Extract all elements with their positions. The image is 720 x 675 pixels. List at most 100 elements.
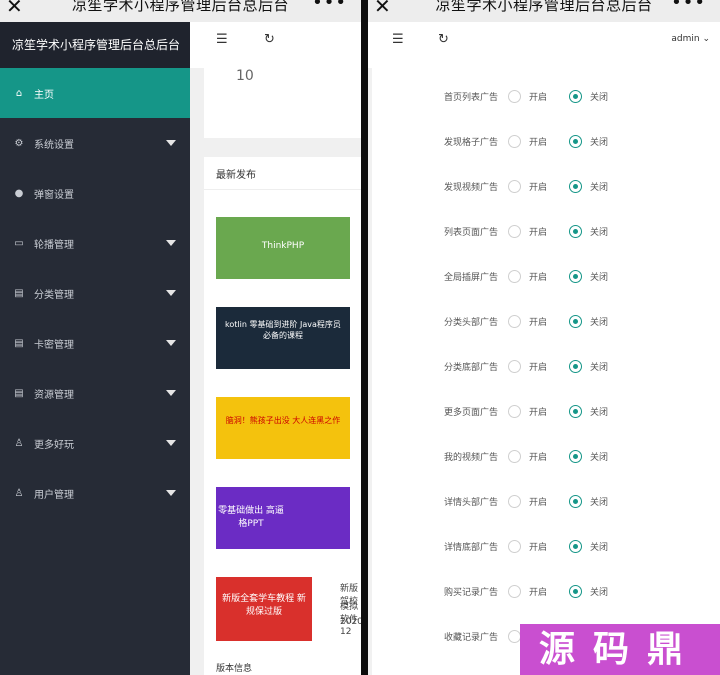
setting-row: 购买记录广告 开启 关闭 xyxy=(372,576,720,606)
sidebar-item-6[interactable]: ▤ 资源管理 xyxy=(0,368,190,418)
sidebar-item-8[interactable]: ♙ 用户管理 xyxy=(0,468,190,518)
radio-open[interactable]: 开启 xyxy=(508,404,547,418)
setting-label: 分类头部广告 xyxy=(443,317,498,328)
radio-close[interactable]: 关闭 xyxy=(569,224,609,238)
refresh-icon[interactable]: ↻ xyxy=(264,32,275,47)
setting-row: 分类底部广告 开启 关闭 xyxy=(372,351,720,381)
sidebar-item-0[interactable]: ⌂ 主页 xyxy=(0,68,190,118)
radio-close[interactable]: 关闭 xyxy=(569,404,608,418)
radio-close-label: 关闭 xyxy=(590,92,609,103)
radio-open-label: 开启 xyxy=(529,317,548,328)
sidebar-item-2[interactable]: ● 弹窗设置 xyxy=(0,168,190,218)
news-thumb-5[interactable]: 新版全套学车教程 新规保过版 xyxy=(216,577,312,641)
news-card: 最新发布 ThinkPHP kotlin 零基础到进阶 Java程序员必备的课程… xyxy=(204,157,361,663)
left-phone-screen: ✕ 凉笙学术小程序管理后台总后台 ••• 凉笙学术小程序管理后台总后台 ⌂ 主页 ⚙… xyxy=(0,0,361,675)
refresh-icon[interactable]: ↻ xyxy=(438,32,449,47)
sidebar-item-7[interactable]: ♙ 更多好玩 xyxy=(0,418,190,468)
radio-open[interactable]: 开启 xyxy=(508,314,548,328)
right-toolbar: ☰ ↻ admin ⌄ xyxy=(368,22,720,68)
radio-close-label: 关闭 xyxy=(590,317,609,328)
sidebar-item-label: 卡密管理 xyxy=(34,339,74,351)
gear-icon: ⚙ xyxy=(14,137,24,149)
sidebar-item-3[interactable]: ▭ 轮播管理 xyxy=(0,218,190,268)
right-title-bar: ✕ 凉笙学术小程序管理后台总后台 ••• xyxy=(368,0,720,22)
news-thumb-1[interactable]: ThinkPHP xyxy=(216,217,350,279)
sidebar-item-label: 系统设置 xyxy=(34,139,74,151)
radio-close[interactable]: 关闭 xyxy=(569,314,609,328)
setting-row: 全局插屏广告 开启 关闭 xyxy=(372,261,720,291)
sidebar-item-label: 分类管理 xyxy=(34,289,74,301)
news-caption-2: kotlin 零基础到进阶 Java程序员必备的课程 xyxy=(225,320,341,340)
radio-circle-icon xyxy=(508,449,521,463)
news-caption-3: 脑洞！熊孩子出没 大人连黑之作 xyxy=(225,416,341,425)
menu-toggle-icon[interactable]: ☰ xyxy=(216,32,228,47)
radio-open-label: 开启 xyxy=(529,227,548,238)
setting-row: 发现视频广告 开启 关闭 xyxy=(372,171,720,201)
radio-close-label: 关闭 xyxy=(590,227,609,238)
list-icon: ▤ xyxy=(14,287,24,299)
radio-close[interactable]: 关闭 xyxy=(569,359,608,373)
setting-row: 更多页面广告 开启 关闭 xyxy=(372,396,720,426)
radio-close[interactable]: 关闭 xyxy=(569,269,608,283)
setting-label: 首页列表广告 xyxy=(443,92,498,103)
radio-open[interactable]: 开启 xyxy=(508,179,547,193)
sidebar-item-1[interactable]: ⚙ 系统设置 xyxy=(0,118,190,168)
news-side-date: 2020-12 xyxy=(340,617,361,637)
radio-open[interactable]: 开启 xyxy=(508,539,547,553)
radio-circle-icon xyxy=(569,404,582,418)
radio-close[interactable]: 关闭 xyxy=(569,449,609,463)
setting-row: 分类头部广告 开启 关闭 xyxy=(372,306,720,336)
chevron-down-icon xyxy=(166,490,176,496)
radio-close[interactable]: 关闭 xyxy=(569,584,608,598)
news-caption-4: 零基础做出 高逼格PPT xyxy=(218,506,284,529)
radio-open[interactable]: 开启 xyxy=(508,224,548,238)
radio-circle-icon xyxy=(508,179,521,193)
radio-open[interactable]: 开启 xyxy=(508,359,547,373)
radio-circle-icon xyxy=(508,494,521,508)
radio-open-label: 开启 xyxy=(529,452,548,463)
sidebar-item-4[interactable]: ▤ 分类管理 xyxy=(0,268,190,318)
news-caption-1: ThinkPHP xyxy=(261,241,305,251)
radio-close-label: 关闭 xyxy=(590,452,609,463)
setting-row: 详情底部广告 开启 关闭 xyxy=(372,531,720,561)
radio-open-label: 开启 xyxy=(529,137,548,148)
chevron-down-icon xyxy=(166,390,176,396)
radio-open[interactable]: 开启 xyxy=(508,449,548,463)
radio-circle-icon xyxy=(569,179,582,193)
radio-open[interactable]: 开启 xyxy=(508,89,547,103)
radio-close[interactable]: 关闭 xyxy=(569,494,608,508)
radio-circle-icon xyxy=(569,314,582,328)
setting-row: 发现格子广告 开启 关闭 xyxy=(372,126,720,156)
radio-close[interactable]: 关闭 xyxy=(569,89,609,103)
setting-label: 发现格子广告 xyxy=(443,137,498,148)
radio-open-label: 开启 xyxy=(529,497,548,508)
setting-label: 详情头部广告 xyxy=(443,497,498,508)
radio-close[interactable]: 关闭 xyxy=(569,134,608,148)
radio-close[interactable]: 关闭 xyxy=(569,539,608,553)
radio-open[interactable]: 开启 xyxy=(508,584,548,598)
news-thumb-3[interactable]: 脑洞！熊孩子出没 大人连黑之作 xyxy=(216,397,350,459)
right-phone-screen: ✕ 凉笙学术小程序管理后台总后台 ••• ☰ ↻ admin ⌄ 首页列表广告开… xyxy=(368,0,720,675)
folder-icon: ▤ xyxy=(14,387,24,399)
radio-open[interactable]: 开启 xyxy=(508,269,548,283)
more-icon[interactable]: ••• xyxy=(671,0,706,13)
more-icon[interactable]: ••• xyxy=(312,0,347,13)
radio-close[interactable]: 关闭 xyxy=(569,179,608,193)
radio-open-label: 开启 xyxy=(529,272,548,283)
news-thumb-4[interactable]: 零基础做出 高逼格PPT xyxy=(216,487,350,549)
version-card: 版本信息 xyxy=(204,652,361,675)
sidebar-item-5[interactable]: ▤ 卡密管理 xyxy=(0,318,190,368)
radio-circle-icon xyxy=(569,359,582,373)
news-thumb-2[interactable]: kotlin 零基础到进阶 Java程序员必备的课程 xyxy=(216,307,350,369)
left-toolbar: ☰ ↻ xyxy=(190,22,361,68)
setting-label: 发现视频广告 xyxy=(443,182,498,193)
sidebar-item-label: 资源管理 xyxy=(34,389,74,401)
sidebar-item-label: 弹窗设置 xyxy=(34,189,74,201)
menu-toggle-icon[interactable]: ☰ xyxy=(392,32,404,47)
user-menu[interactable]: admin ⌄ xyxy=(671,34,710,44)
radio-open[interactable]: 开启 xyxy=(508,134,548,148)
radio-open-label: 开启 xyxy=(529,587,548,598)
sidebar-item-label: 主页 xyxy=(34,89,54,101)
radio-circle-icon xyxy=(569,449,582,463)
radio-open[interactable]: 开启 xyxy=(508,494,548,508)
